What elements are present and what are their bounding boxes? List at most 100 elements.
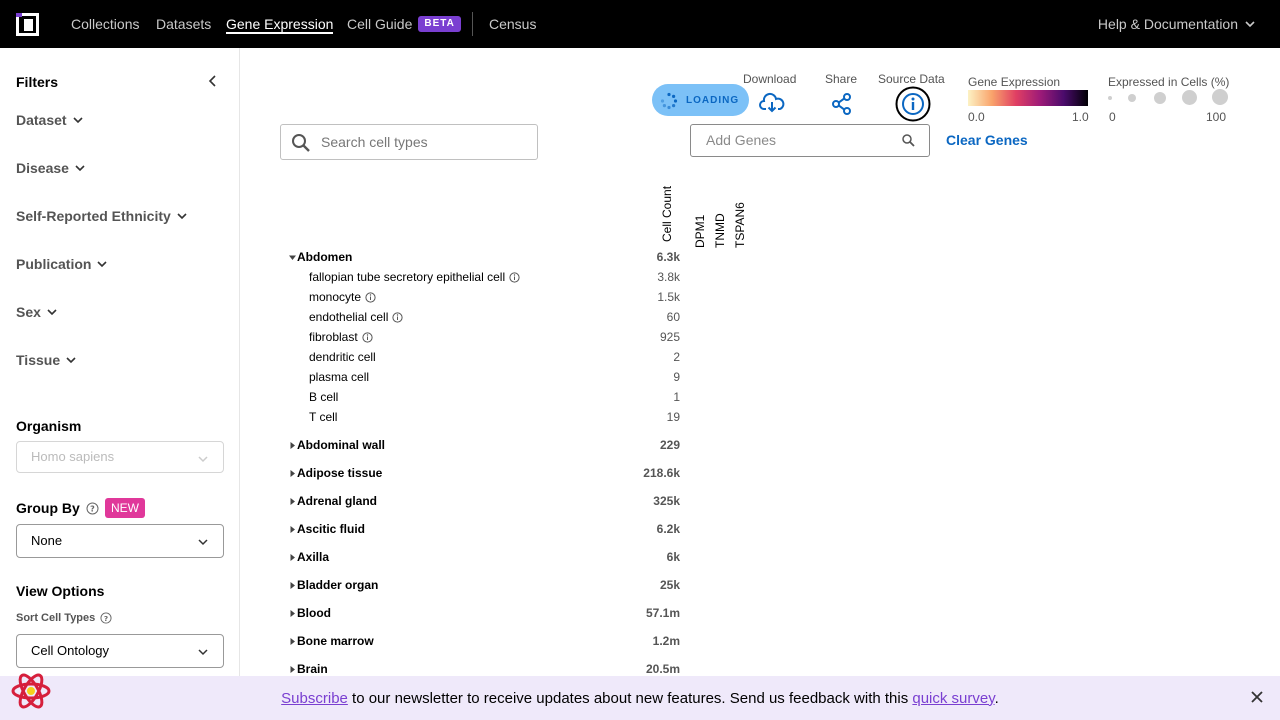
chevron-left-icon[interactable] — [206, 74, 220, 88]
cloud-download-icon[interactable] — [759, 92, 785, 114]
group-by-title: Group By ? — [16, 500, 99, 516]
cell-type-count: 19 — [666, 410, 680, 424]
tissue-row[interactable]: Abdominal wall 229 — [288, 435, 688, 455]
filter-publication[interactable]: Publication — [16, 256, 109, 272]
size-dot — [1108, 96, 1112, 100]
info-icon[interactable] — [509, 271, 520, 283]
tissue-row[interactable]: Bone marrow 1.2m — [288, 631, 688, 651]
banner-end: . — [994, 689, 999, 707]
tissue-count: 20.5m — [645, 662, 680, 676]
main-panel: LOADING Download Share Source Data Gene … — [240, 48, 1280, 720]
tissue-count: 325k — [653, 494, 680, 508]
gene-label-tnmd[interactable]: TNMD — [713, 213, 727, 248]
help-icon[interactable]: ? — [100, 612, 112, 624]
cell-type-count: 2 — [673, 350, 680, 364]
help-documentation-menu[interactable]: Help & Documentation — [1098, 0, 1256, 48]
caret-down-icon — [289, 255, 296, 260]
tissue-count: 229 — [659, 438, 680, 452]
cell-type-name: fibroblast — [309, 330, 358, 344]
chevron-down-icon — [198, 649, 208, 656]
chevron-down-icon — [73, 117, 83, 124]
caret-right-icon — [290, 665, 295, 673]
tissue-row[interactable]: Ascitic fluid 6.2k — [288, 519, 688, 539]
tissue-row[interactable]: Adipose tissue 218.6k — [288, 463, 688, 483]
react-devtools-icon[interactable] — [10, 670, 52, 712]
tissue-name: Brain — [297, 662, 328, 676]
cell-type-count: 3.8k — [657, 270, 680, 284]
source-data-label: Source Data — [878, 72, 945, 86]
search-icon — [292, 134, 310, 152]
tissue-name: Adrenal gland — [297, 494, 378, 508]
nav-gene-expression[interactable]: Gene Expression — [226, 0, 334, 48]
cellxgene-logo[interactable] — [16, 13, 39, 36]
clear-genes-button[interactable]: Clear Genes — [946, 132, 1028, 148]
info-icon[interactable] — [392, 311, 403, 323]
tissue-count: 218.6k — [643, 466, 680, 480]
filter-disease[interactable]: Disease — [16, 160, 87, 176]
expressed-legend-label: Expressed in Cells (%) — [1108, 75, 1230, 89]
ge-max: 1.0 — [1072, 110, 1089, 124]
filter-tissue[interactable]: Tissue — [16, 352, 78, 368]
filter-label: Dataset — [16, 112, 67, 128]
loading-label: LOADING — [686, 94, 740, 106]
quick-survey-link[interactable]: quick survey — [912, 690, 994, 707]
filter-label: Publication — [16, 256, 92, 272]
tissue-name: Axilla — [297, 550, 330, 564]
cell-type-row[interactable]: monocyte — [309, 287, 376, 307]
help-label: Help & Documentation — [1097, 16, 1238, 32]
tissue-row[interactable]: Axilla 6k — [288, 547, 688, 567]
gene-label-dpm1[interactable]: DPM1 — [693, 215, 707, 248]
cell-count-header: Cell Count — [660, 185, 674, 242]
cell-type-row[interactable]: B cell — [309, 387, 338, 407]
size-dot — [1154, 92, 1166, 104]
tissue-name: Abdominal wall — [297, 438, 386, 452]
chevron-down-icon — [198, 456, 208, 463]
filter-label: Disease — [16, 160, 69, 176]
cell-type-count: 925 — [659, 330, 680, 344]
tissue-row[interactable]: Blood 57.1m — [288, 603, 688, 623]
tissue-row[interactable]: Abdomen 6.3k — [288, 247, 688, 267]
ge-min: 0.0 — [968, 110, 985, 124]
cell-type-row[interactable]: T cell — [309, 407, 337, 427]
cell-type-row[interactable]: fibroblast — [309, 327, 373, 347]
filter-label: Sex — [16, 304, 41, 320]
cell-type-name: B cell — [309, 390, 339, 404]
info-icon[interactable] — [362, 331, 373, 343]
cell-type-row[interactable]: fallopian tube secretory epithelial cell — [309, 267, 520, 287]
nav-cell-guide[interactable]: Cell Guide BETA — [347, 0, 461, 48]
info-icon[interactable] — [365, 291, 376, 303]
cell-type-row[interactable]: endothelial cell — [309, 307, 403, 327]
subscribe-link[interactable]: Subscribe — [281, 690, 348, 707]
nav-census[interactable]: Census — [489, 0, 536, 48]
size-dot — [1212, 89, 1228, 105]
tissue-count: 1.2m — [652, 634, 680, 648]
cell-type-row[interactable]: dendritic cell — [309, 347, 376, 367]
chevron-down-icon — [1245, 21, 1255, 28]
cell-type-name: T cell — [309, 410, 338, 424]
cell-type-row[interactable]: plasma cell — [309, 367, 369, 387]
caret-right-icon — [290, 553, 295, 561]
group-by-select[interactable]: None — [16, 524, 224, 558]
search-cell-types-input[interactable]: Search cell types — [280, 124, 538, 160]
tissue-name: Ascitic fluid — [297, 522, 366, 536]
filter-sex[interactable]: Sex — [16, 304, 59, 320]
filter-dataset[interactable]: Dataset — [16, 112, 85, 128]
chevron-down-icon — [198, 539, 208, 546]
close-icon[interactable] — [1250, 690, 1264, 704]
nav-divider — [472, 12, 473, 36]
add-genes-input[interactable]: Add Genes — [690, 124, 930, 157]
organism-select[interactable]: Homo sapiens — [16, 441, 224, 473]
info-icon[interactable] — [895, 86, 931, 122]
nav-cell-guide-label: Cell Guide — [347, 16, 413, 32]
sort-cell-types-select[interactable]: Cell Ontology — [16, 634, 224, 668]
help-icon[interactable]: ? — [86, 502, 99, 515]
tissue-row[interactable]: Bladder organ 25k — [288, 575, 688, 595]
filter-ethnicity[interactable]: Self-Reported Ethnicity — [16, 208, 189, 224]
nav-datasets[interactable]: Datasets — [156, 0, 211, 48]
chevron-down-icon — [47, 309, 57, 316]
gene-label-tspan6[interactable]: TSPAN6 — [733, 202, 747, 248]
share-icon[interactable] — [831, 93, 853, 115]
chevron-down-icon — [75, 165, 85, 172]
tissue-row[interactable]: Adrenal gland 325k — [288, 491, 688, 511]
nav-collections[interactable]: Collections — [71, 0, 139, 48]
